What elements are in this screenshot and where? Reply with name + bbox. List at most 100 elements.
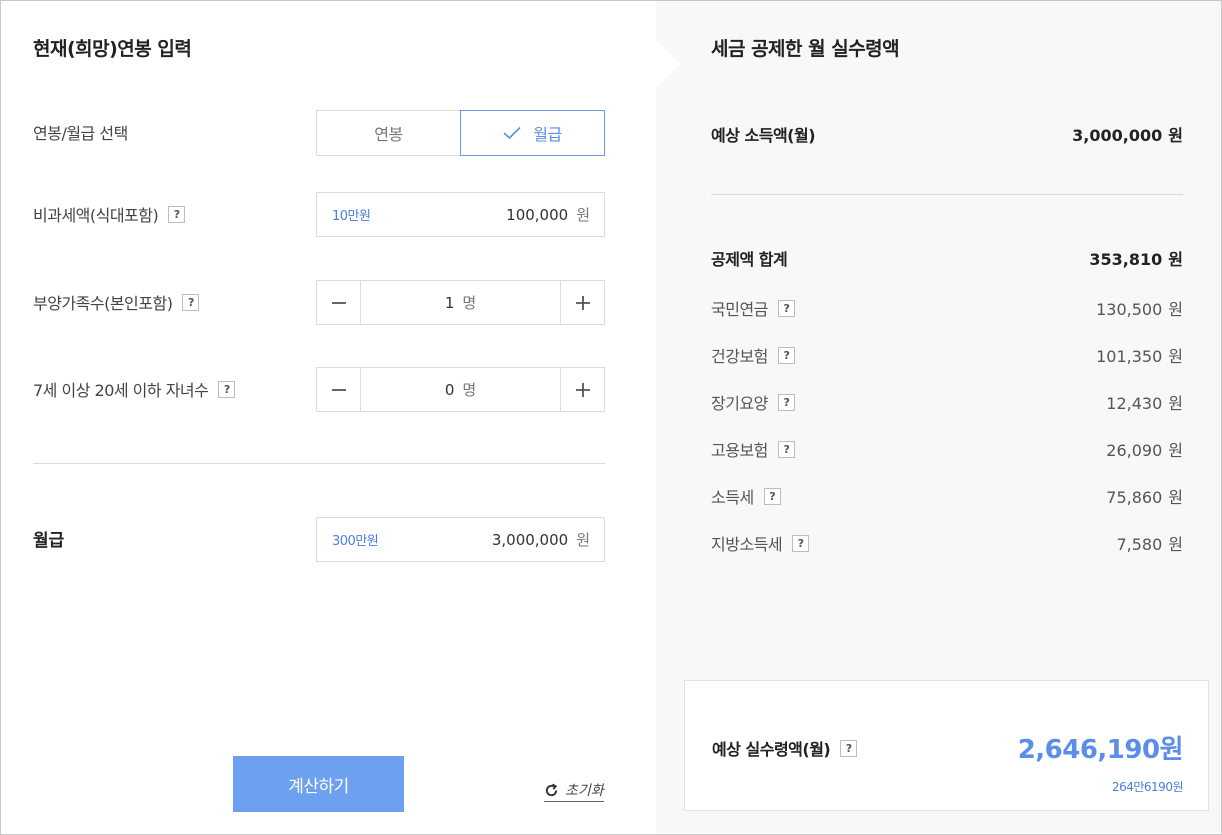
deduction-row-income-tax: 소득세? 75,860 원 (711, 484, 1183, 508)
deduction-unit: 원 (1168, 488, 1183, 507)
minus-icon (331, 301, 346, 304)
type-select-label: 연봉/월급 선택 (33, 120, 128, 144)
deduction-label-text: 장기요양 (711, 394, 768, 413)
help-icon[interactable]: ? (182, 293, 200, 311)
check-icon (503, 126, 521, 140)
deduction-amount: 130,500 원 (1096, 296, 1183, 320)
salary-label: 월급 (33, 531, 65, 551)
refresh-icon (545, 783, 558, 796)
dependents-label: 부양가족수(본인포함) ? (33, 290, 200, 314)
monthly-option[interactable]: 월급 (460, 110, 605, 156)
help-icon[interactable]: ? (792, 534, 810, 552)
expected-income-row: 예상 소득액(월) 3,000,000 원 (711, 122, 1183, 146)
minus-icon (331, 388, 346, 391)
expected-income-amount: 3,000,000 원 (1072, 122, 1183, 146)
dependents-value-field[interactable]: 1 명 (361, 281, 560, 324)
deduction-label-text: 고용보험 (711, 441, 768, 460)
children-stepper: 0 명 (316, 367, 605, 412)
dependents-stepper: 1 명 (316, 280, 605, 325)
help-icon[interactable]: ? (168, 205, 186, 223)
result-panel-title: 세금 공제한 월 실수령액 (711, 38, 900, 60)
help-icon[interactable]: ? (840, 739, 858, 757)
nontax-input[interactable]: 10만원 100,000 원 (316, 192, 605, 237)
children-label: 7세 이상 20세 이하 자녀수 ? (33, 377, 236, 401)
help-icon[interactable]: ? (777, 393, 795, 411)
deduction-amount: 26,090 원 (1106, 437, 1183, 461)
deduction-label-text: 지방소득세 (711, 535, 783, 554)
deduction-label-text: 건강보험 (711, 347, 768, 366)
deduction-unit: 원 (1168, 347, 1183, 366)
deduction-label: 건강보험? (711, 343, 795, 367)
reset-link-label: 초기화 (565, 783, 604, 799)
nontax-label-text: 비과세액(식대포함) (33, 206, 159, 225)
expected-income-unit: 원 (1168, 126, 1183, 145)
deduction-unit: 원 (1168, 441, 1183, 460)
deduction-total-amount: 353,810 원 (1089, 246, 1183, 270)
deduction-total-row: 공제액 합계 353,810 원 (711, 246, 1183, 270)
deduction-value: 7,580 (1116, 535, 1163, 554)
deduction-value: 130,500 (1096, 300, 1163, 319)
reset-link[interactable]: 초기화 (544, 780, 604, 802)
deduction-value: 26,090 (1106, 441, 1163, 460)
salary-unit: 원 (576, 531, 590, 549)
annual-option[interactable]: 연봉 (316, 110, 460, 156)
panel-pointer (656, 40, 680, 88)
help-icon[interactable]: ? (218, 380, 236, 398)
deduction-total-label: 공제액 합계 (711, 250, 788, 269)
deduction-total-unit: 원 (1168, 250, 1183, 269)
input-panel-title: 현재(희망)연봉 입력 (33, 38, 192, 60)
deduction-unit: 원 (1168, 535, 1183, 554)
net-pay-label: 예상 실수령액(월) ? (712, 736, 858, 760)
deduction-row-employment: 고용보험? 26,090 원 (711, 437, 1183, 461)
result-divider (711, 194, 1183, 195)
type-toggle: 연봉 월급 (316, 110, 605, 156)
deduction-row-pension: 국민연금? 130,500 원 (711, 296, 1183, 320)
expected-income-label: 예상 소득액(월) (711, 126, 816, 145)
deduction-total-value: 353,810 (1089, 250, 1163, 269)
children-label-text: 7세 이상 20세 이하 자녀수 (33, 381, 209, 400)
deduction-amount: 12,430 원 (1106, 390, 1183, 414)
deduction-label-text: 국민연금 (711, 300, 768, 319)
help-icon[interactable]: ? (777, 346, 795, 364)
help-icon[interactable]: ? (777, 440, 795, 458)
children-value-field[interactable]: 0 명 (361, 368, 560, 411)
net-pay-korean-amount: 264만6190원 (1111, 780, 1184, 794)
nontax-label: 비과세액(식대포함) ? (33, 202, 186, 226)
net-pay-amount: 2,646,190원 (1017, 735, 1184, 765)
deduction-amount: 7,580 원 (1116, 531, 1183, 555)
salary-hint: 300만원 (332, 534, 379, 549)
plus-icon (575, 295, 590, 310)
deduction-row-longterm-care: 장기요양? 12,430 원 (711, 390, 1183, 414)
deduction-amount: 75,860 원 (1106, 484, 1183, 508)
help-icon[interactable]: ? (763, 487, 781, 505)
input-divider (33, 463, 605, 464)
net-pay-label-text: 예상 실수령액(월) (712, 740, 831, 759)
deduction-amount: 101,350 원 (1096, 343, 1183, 367)
children-unit: 명 (462, 381, 477, 399)
plus-icon (575, 382, 590, 397)
type-select-label-text: 연봉/월급 선택 (33, 124, 128, 143)
nontax-unit: 원 (576, 206, 590, 224)
nontax-hint: 10만원 (332, 209, 371, 224)
expected-income-value: 3,000,000 (1072, 126, 1163, 145)
deduction-label: 장기요양? (711, 390, 795, 414)
children-value: 0 (444, 380, 455, 399)
deduction-value: 12,430 (1106, 394, 1163, 413)
dependents-decrement-button[interactable] (317, 281, 361, 324)
monthly-option-label: 월급 (533, 125, 562, 144)
deduction-label: 고용보험? (711, 437, 795, 461)
dependents-label-text: 부양가족수(본인포함) (33, 294, 173, 313)
deduction-label: 지방소득세? (711, 531, 810, 555)
nontax-value: 100,000 (506, 205, 569, 224)
children-decrement-button[interactable] (317, 368, 361, 411)
salary-value: 3,000,000 (491, 530, 569, 549)
deduction-unit: 원 (1168, 300, 1183, 319)
dependents-increment-button[interactable] (560, 281, 604, 324)
deduction-value: 75,860 (1106, 488, 1163, 507)
calculate-button[interactable]: 계산하기 (233, 756, 404, 812)
deduction-value: 101,350 (1096, 347, 1163, 366)
deduction-label-text: 소득세 (711, 488, 754, 507)
help-icon[interactable]: ? (777, 299, 795, 317)
children-increment-button[interactable] (560, 368, 604, 411)
salary-input[interactable]: 300만원 3,000,000 원 (316, 517, 605, 562)
